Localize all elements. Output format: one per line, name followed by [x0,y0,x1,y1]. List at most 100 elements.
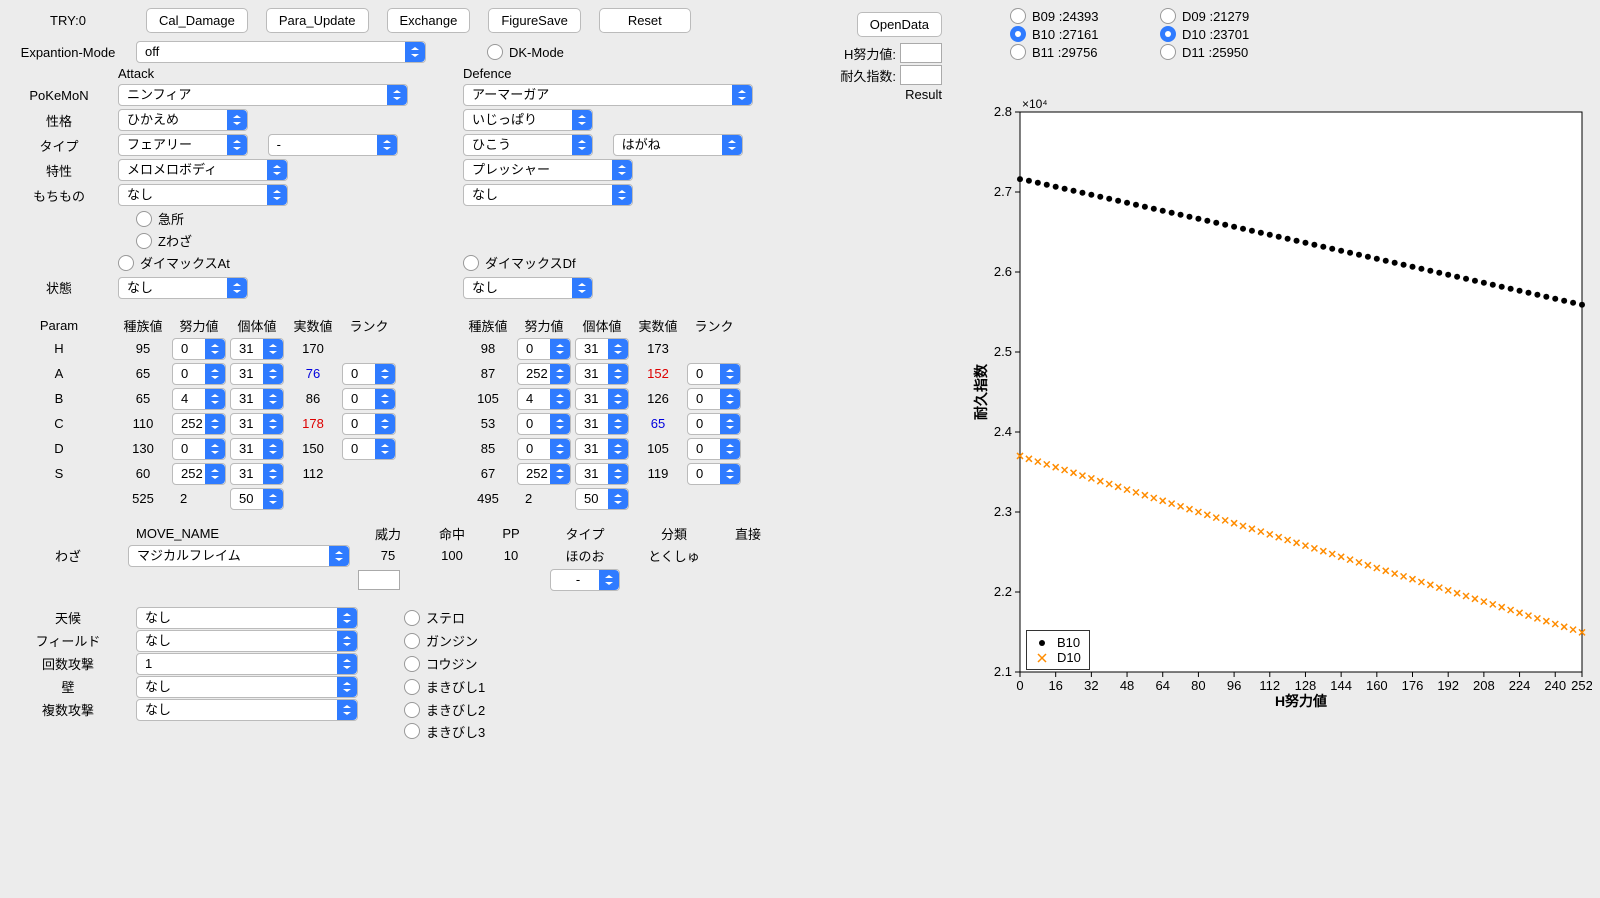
h-doryoku-label: H努力値: [844,44,896,63]
defence-D-ev-select[interactable]: 0 [517,438,571,460]
attack-A-iv-select[interactable]: 31 [230,363,284,385]
move-power-input[interactable] [358,570,400,590]
defence-item-select[interactable]: なし [463,184,633,206]
defence-C-iv-select[interactable]: 31 [575,413,629,435]
reset-button[interactable]: Reset [599,8,691,33]
attack-C-iv-select[interactable]: 31 [230,413,284,435]
defence-nature-select[interactable]: いじっぱり [463,109,593,131]
dymax-df-radio[interactable]: ダイマックスDf [463,253,576,272]
defence-H-iv-select[interactable]: 31 [575,338,629,360]
chart: 0163248648096112128144160176192208224240… [972,92,1592,712]
attack-level-select[interactable]: 50 [230,488,284,510]
hazard-1-radio[interactable]: ガンジン [404,631,478,650]
dymax-at-radio[interactable]: ダイマックスAt [118,253,230,272]
move-name-select[interactable]: マジカルフレイム [128,545,350,567]
waza-label: わざ [8,546,128,565]
attack-C-rank-select[interactable]: 0 [342,413,396,435]
hazard-0-radio[interactable]: ステロ [404,608,465,627]
attack-D-ev-select[interactable]: 0 [172,438,226,460]
defence-ability-select[interactable]: プレッシャー [463,159,633,181]
series-radio-1[interactable]: D09 :21279 [1160,8,1310,24]
attack-B-ev-select[interactable]: 4 [172,388,226,410]
attack-total-ev: 2 [172,491,226,506]
attack-B-iv-select[interactable]: 31 [230,388,284,410]
defence-A-ev-select[interactable]: 252 [517,363,571,385]
attack-A-rank-select[interactable]: 0 [342,363,396,385]
defence-S-iv-select[interactable]: 31 [575,463,629,485]
defence-B-ev-select[interactable]: 4 [517,388,571,410]
defence-type1-select[interactable]: ひこう [463,134,593,156]
attack-nature-select[interactable]: ひかえめ [118,109,248,131]
hazard-5-radio[interactable]: まきびし3 [404,722,485,741]
defence-level-select[interactable]: 50 [575,488,629,510]
defence-D-rank-select[interactable]: 0 [687,438,741,460]
taikyuu-label: 耐久指数: [840,66,896,85]
attack-D-iv-select[interactable]: 31 [230,438,284,460]
defence-status-select[interactable]: なし [463,277,593,299]
svg-text:64: 64 [1155,678,1169,693]
field-select[interactable]: なし [136,630,358,652]
defence-S-ev-select[interactable]: 252 [517,463,571,485]
attack-H-iv-select[interactable]: 31 [230,338,284,360]
attack-H-ev-select[interactable]: 0 [172,338,226,360]
defence-B-iv-select[interactable]: 31 [575,388,629,410]
expansion-mode-select[interactable]: off [136,41,426,63]
series-radio-4[interactable]: B11 :29756 [1010,44,1160,60]
hazard-2-radio[interactable]: コウジン [404,654,477,673]
tenkou-select[interactable]: なし [136,607,358,629]
svg-text:112: 112 [1259,678,1280,693]
crit-radio[interactable]: 急所 [136,209,184,228]
hazard-4-radio[interactable]: まきびし2 [404,700,485,719]
series-radio-5[interactable]: D11 :25950 [1160,44,1310,60]
move-type-override-select[interactable]: - [550,569,620,591]
attack-item-select[interactable]: なし [118,184,288,206]
left-panel: TRY:0 Cal_Damage Para_Update Exchange Fi… [8,8,808,742]
cal-damage-button[interactable]: Cal_Damage [146,8,248,33]
attack-S-iv-select[interactable]: 31 [230,463,284,485]
h-doryoku-input[interactable] [900,43,942,63]
seikaku-label: 性格 [8,111,110,130]
attack-A-ev-select[interactable]: 0 [172,363,226,385]
fukusuu-select[interactable]: なし [136,699,358,721]
move-power: 75 [358,548,418,563]
series-radio-2[interactable]: B10 :27161 [1010,26,1160,42]
svg-text:128: 128 [1295,678,1317,693]
defence-B-rank-select[interactable]: 0 [687,388,741,410]
move-type: ほのお [540,546,630,565]
para-update-button[interactable]: Para_Update [266,8,369,33]
defence-type2-select[interactable]: はがね [613,134,743,156]
taikyuu-input[interactable] [900,65,942,85]
attack-D-rank-select[interactable]: 0 [342,438,396,460]
svg-text:48: 48 [1120,678,1134,693]
attack-ability-select[interactable]: メロメロボディ [118,159,288,181]
attack-pokemon-select[interactable]: ニンフィア [118,84,408,106]
figure-save-button[interactable]: FigureSave [488,8,580,33]
attack-status-select[interactable]: なし [118,277,248,299]
defence-pokemon-select[interactable]: アーマーガア [463,84,753,106]
defence-C-ev-select[interactable]: 0 [517,413,571,435]
series-radio-0[interactable]: B09 :24393 [1010,8,1160,24]
attack-S-ev-select[interactable]: 252 [172,463,226,485]
hazard-3-radio[interactable]: まきびし1 [404,677,485,696]
defence-A-iv-select[interactable]: 31 [575,363,629,385]
mochimono-label: もちもの [8,186,110,205]
defence-D-iv-select[interactable]: 31 [575,438,629,460]
attack-C-ev-select[interactable]: 252 [172,413,226,435]
defence-A-rank-select[interactable]: 0 [687,363,741,385]
defence-S-rank-select[interactable]: 0 [687,463,741,485]
defence-H-ev-select[interactable]: 0 [517,338,571,360]
dk-mode-radio[interactable]: DK-Mode [487,44,564,60]
svg-text:96: 96 [1227,678,1241,693]
defence-C-rank-select[interactable]: 0 [687,413,741,435]
attack-type2-select[interactable]: - [268,134,398,156]
attack-B-rank-select[interactable]: 0 [342,388,396,410]
series-radio-3[interactable]: D10 :23701 [1160,26,1310,42]
kaisuu-select[interactable]: 1 [136,653,358,675]
kabe-select[interactable]: なし [136,676,358,698]
exchange-button[interactable]: Exchange [387,8,471,33]
attack-type1-select[interactable]: フェアリー [118,134,248,156]
svg-text:192: 192 [1437,678,1459,693]
zmove-radio[interactable]: Zわざ [136,231,192,250]
svg-text:2.5: 2.5 [994,344,1012,359]
open-data-button[interactable]: OpenData [857,12,942,37]
